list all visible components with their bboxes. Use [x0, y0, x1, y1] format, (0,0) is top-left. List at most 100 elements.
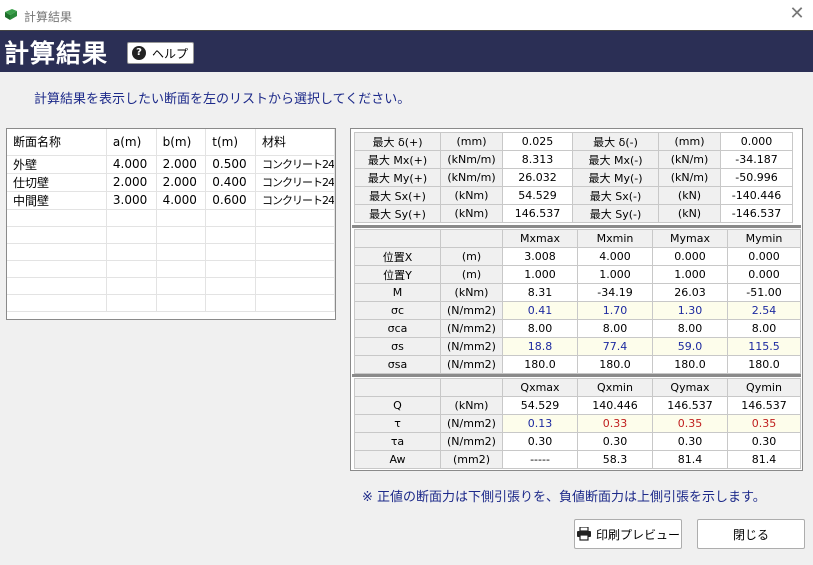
summary-cell: -50.996: [720, 168, 793, 187]
row-unit: (N/mm2): [440, 301, 503, 320]
row-unit: (mm2): [440, 450, 503, 469]
help-button[interactable]: ? ヘルプ: [127, 42, 194, 64]
col-header-a[interactable]: a(m): [106, 129, 157, 156]
summary-cell: 26.032: [502, 168, 573, 187]
column-header: Mymin: [727, 229, 801, 248]
row-unit: (kNm): [440, 396, 503, 415]
app-book-icon: [5, 9, 17, 20]
section-list[interactable]: 断面名称 a(m) b(m) t(m) 材料 外壁 4.000 2.000 0.500…: [6, 128, 336, 320]
summary-cell: (mm): [658, 132, 721, 151]
summary-cell: 最大 Sy(-): [572, 204, 659, 223]
summary-row: 最大 My(+) (kNm/m) 26.032 最大 My(-) (kN/m) -50.9…: [354, 168, 793, 187]
row-unit: (N/mm2): [440, 319, 503, 338]
value-cell: -34.19: [577, 283, 653, 302]
section-row[interactable]: 仕切壁 2.000 2.000 0.400 コンクリート24: [7, 173, 335, 192]
value-cell: 8.00: [577, 319, 653, 338]
summary-cell: 最大 δ(+): [354, 132, 441, 151]
header-bar: 計算結果 ? ヘルプ: [0, 30, 813, 72]
empty-cell: [156, 243, 207, 261]
blank-header-cell: [440, 378, 503, 397]
summary-cell: (mm): [440, 132, 503, 151]
summary-cell: (kN/m): [658, 168, 721, 187]
shear_table-row: Q (kNm) 54.529 140.446 146.537 146.537: [354, 396, 801, 415]
value-cell: -51.00: [727, 283, 801, 302]
value-cell: 146.537: [652, 396, 728, 415]
col-header-b[interactable]: b(m): [156, 129, 207, 156]
value-cell: 8.00: [727, 319, 801, 338]
empty-cell: [255, 277, 335, 295]
value-cell: 180.0: [727, 355, 801, 374]
column-header: Mxmin: [577, 229, 653, 248]
section-list-header: 断面名称 a(m) b(m) t(m) 材料: [7, 129, 335, 156]
column-header: Qxmax: [502, 378, 578, 397]
empty-row: [7, 226, 335, 244]
value-cell: 1.70: [577, 301, 653, 320]
value-cell: 0.30: [577, 432, 653, 451]
empty-row: [7, 294, 335, 312]
section-cell: 4.000: [156, 191, 207, 210]
col-header-name[interactable]: 断面名称: [7, 129, 107, 156]
summary-row: 最大 Mx(+) (kNm/m) 8.313 最大 Mx(-) (kN/m) -34.18…: [354, 150, 793, 169]
empty-cell: [106, 294, 157, 312]
shear_table-row: τa (N/mm2) 0.30 0.30 0.30 0.30: [354, 432, 801, 451]
value-cell: 180.0: [502, 355, 578, 374]
print-preview-button[interactable]: 印刷プレビュー: [574, 519, 682, 549]
summary-cell: (kN): [658, 186, 721, 205]
value-cell: 146.537: [727, 396, 801, 415]
summary-cell: 最大 Sx(-): [572, 186, 659, 205]
close-button[interactable]: 閉じる: [697, 519, 805, 549]
results-panel: 最大 δ(+) (mm) 0.025 最大 δ(-) (mm) 0.000 最大 Mx(+)…: [350, 128, 803, 471]
column-header: Mymax: [652, 229, 728, 248]
empty-cell: [255, 226, 335, 244]
row-label: M: [354, 283, 441, 302]
empty-cell: [106, 226, 157, 244]
row-label: 位置X: [354, 247, 441, 266]
title-bar: 計算結果 ✕: [0, 0, 813, 30]
empty-cell: [106, 260, 157, 278]
section-row[interactable]: 中間壁 3.000 4.000 0.600 コンクリート24: [7, 191, 335, 210]
row-label: τa: [354, 432, 441, 451]
empty-row: [7, 243, 335, 261]
section-row[interactable]: 外壁 4.000 2.000 0.500 コンクリート24: [7, 155, 335, 174]
shear_table-header: Qxmax Qxmin Qymax Qymin: [354, 378, 801, 397]
value-cell: 8.31: [502, 283, 578, 302]
empty-cell: [7, 260, 107, 278]
summary-cell: (kN): [658, 204, 721, 223]
value-cell: 0.13: [502, 414, 578, 433]
value-cell: -----: [502, 450, 578, 469]
empty-cell: [156, 209, 207, 227]
help-button-label: ヘルプ: [152, 46, 189, 61]
row-unit: (m): [440, 265, 503, 284]
value-cell: 0.000: [652, 247, 728, 266]
section-cell: コンクリート24: [255, 173, 335, 192]
value-cell: 0.000: [727, 265, 801, 284]
section-cell: 2.000: [106, 173, 157, 192]
value-cell: 180.0: [652, 355, 728, 374]
moment_table-row: σs (N/mm2) 18.8 77.4 59.0 115.5: [354, 337, 801, 356]
moment_table-row: σsa (N/mm2) 180.0 180.0 180.0 180.0: [354, 355, 801, 374]
empty-cell: [156, 277, 207, 295]
value-cell: 0.000: [727, 247, 801, 266]
summary-cell: (kNm/m): [440, 150, 503, 169]
summary-row: 最大 Sx(+) (kNm) 54.529 最大 Sx(-) (kN) -140.446: [354, 186, 793, 205]
summary-cell: 最大 My(-): [572, 168, 659, 187]
row-label: σsa: [354, 355, 441, 374]
value-cell: 180.0: [577, 355, 653, 374]
summary-cell: 146.537: [502, 204, 573, 223]
col-header-material[interactable]: 材料: [255, 129, 335, 156]
section-cell: 0.600: [205, 191, 256, 210]
close-window-icon[interactable]: ✕: [787, 4, 807, 24]
value-cell: 8.00: [502, 319, 578, 338]
value-cell: 54.529: [502, 396, 578, 415]
section-cell: コンクリート24: [255, 191, 335, 210]
empty-cell: [255, 260, 335, 278]
col-header-t[interactable]: t(m): [205, 129, 256, 156]
row-label: Q: [354, 396, 441, 415]
value-cell: 81.4: [727, 450, 801, 469]
row-unit: (N/mm2): [440, 414, 503, 433]
moment_table-row: σca (N/mm2) 8.00 8.00 8.00 8.00: [354, 319, 801, 338]
section-cell: 中間壁: [7, 191, 107, 210]
print-preview-label: 印刷プレビュー: [595, 527, 680, 542]
column-header: Mxmax: [502, 229, 578, 248]
close-button-label: 閉じる: [732, 527, 769, 542]
